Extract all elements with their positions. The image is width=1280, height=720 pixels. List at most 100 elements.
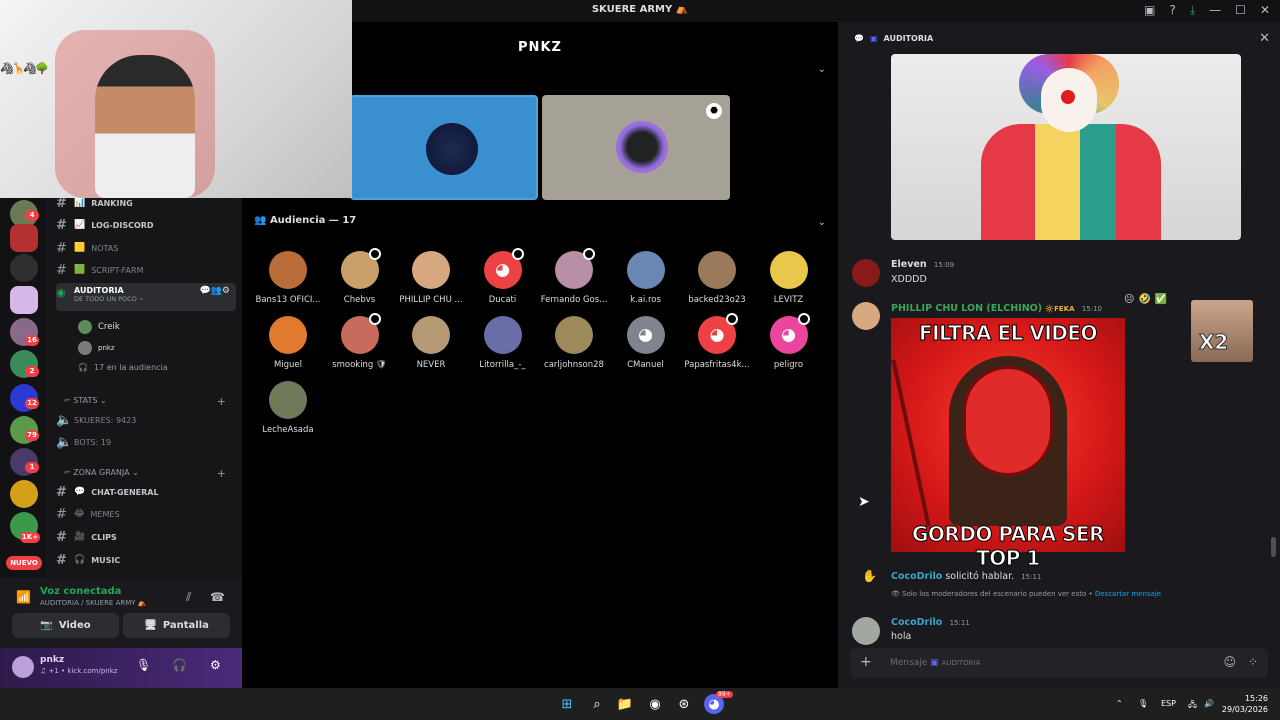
clown-image[interactable] [891,54,1241,240]
audience-count-label: 17 en la audiencia [93,363,168,372]
add-channel-icon[interactable]: + [217,467,226,480]
meme-image[interactable]: FILTRA EL VIDEO GORDO PARA SER TOP 1 [891,318,1125,571]
stat-bots[interactable]: 🔈 BOTS: 19 [56,432,236,452]
audience-count[interactable]: 🎧 17 en la audiencia [78,363,168,372]
role-tag: 🔆FEKA [1045,305,1075,313]
gear-icon[interactable]: ⚙ [222,286,230,296]
minimize-button[interactable]: — [1209,3,1221,18]
dismiss-link[interactable]: Descartar mensaje [1095,590,1161,598]
audience-member[interactable]: Miguel [252,316,324,370]
clock[interactable]: 15:26 29/03/2026 [1222,693,1268,715]
audience-member[interactable]: backed23o23 [681,251,753,305]
message-input[interactable]: + Mensaje ▣ AUDITORIA ☺ ⁘ [850,648,1268,678]
note-icon: 🟨 [74,243,86,253]
audience-member[interactable]: LecheAsada [252,381,324,435]
audience-member[interactable]: smooking 🛡 [324,313,396,370]
channel-script-farm[interactable]: # 🟩 SCRIPT-FARM [56,260,236,280]
server-icon[interactable] [10,286,38,314]
chevron-down-icon[interactable]: ⌄ [818,217,826,228]
close-icon[interactable]: ✕ [1259,31,1270,46]
audience-member[interactable]: ◕ Ducati [467,248,539,305]
microphone-icon[interactable]: 🎙 [136,658,151,672]
channel-log-discord[interactable]: # 📈 LOG-DISCORD [56,215,236,235]
audience-member[interactable]: Chebvs [324,248,396,305]
folder-icon[interactable]: 📁 [615,694,635,714]
channel-notas[interactable]: # 🟨 NOTAS [56,238,236,258]
headphones-icon[interactable]: 🎧 [172,658,187,672]
avatar [698,251,736,289]
server-icon[interactable] [10,224,38,252]
language-indicator[interactable]: ESP [1161,699,1176,708]
voice-location[interactable]: AUDITORIA / SKUERE ARMY ⛺ [40,599,147,607]
category-zona-granja[interactable]: ⌐ ZONA GRANJA ⌄ + [64,467,234,480]
tray-arrow-icon[interactable]: ⌃ [1116,699,1123,708]
chat-icon[interactable]: 💬 [199,286,210,296]
emoji-icon[interactable]: ☺ [1223,655,1236,669]
avatar[interactable] [852,617,880,645]
audience-member[interactable]: Bans13 OFICI... [252,251,324,305]
close-window-button[interactable]: ✕ [1260,3,1270,18]
avatar[interactable] [852,302,880,330]
audience-member[interactable]: Fernando Gos... [538,248,610,305]
category-stats[interactable]: ⌐ STATS ⌄ + [64,395,234,408]
stat-skueres[interactable]: 🔈 SKUERES: 9423 [56,410,236,430]
scrollbar[interactable] [1271,537,1276,557]
gear-icon[interactable]: ⚙ [210,658,221,672]
network-icon[interactable]: 🖧 [1188,699,1197,713]
volume-icon[interactable]: 🔊 [1204,699,1214,708]
audience-member[interactable]: ◕ peligro [753,313,825,370]
signal-icon[interactable]: 📶 [16,590,31,604]
download-icon[interactable]: ⤓ [1190,3,1195,18]
audience-member[interactable]: LEVITZ [753,251,825,305]
channel-music[interactable]: # 🎧 MUSIC [56,550,236,570]
noise-suppression-icon[interactable]: ⫽ [186,590,191,605]
apps-icon[interactable]: ⁘ [1248,655,1258,669]
server-icon[interactable] [10,254,38,282]
audience-member[interactable]: NEVER [395,316,467,370]
inbox-icon[interactable]: ▣ [1144,3,1155,18]
audience-member[interactable]: Litorrilla_-_ [467,316,539,370]
voice-member[interactable]: Creik [78,320,120,334]
speaker-tile[interactable] [350,95,538,200]
channel-auditoria[interactable]: ◉ AUDITORIA DE TODO UN POCO ~ 💬👥⚙ [56,283,236,311]
check-icon[interactable]: ✅ [1155,294,1167,305]
audience-member[interactable]: ◕ Papasfritas4k... [681,313,753,370]
message-author[interactable]: CocoDrilo 15:11 [891,617,970,628]
audience-member[interactable]: ◕ CManuel [610,316,682,370]
voice-status[interactable]: Voz conectada [40,586,121,597]
avatar[interactable] [852,259,880,287]
audience-member[interactable]: PHILLIP CHU ... [395,251,467,305]
help-icon[interactable]: ? [1169,3,1175,18]
message-author[interactable]: PHILLIP CHU LON (ELCHINO) 🔆FEKA 15:10 [891,303,1102,314]
voice-member[interactable]: pnkz [78,341,115,355]
audience-member[interactable]: k.ai.ros [610,251,682,305]
username[interactable]: pnkz [40,655,64,665]
maximize-button[interactable]: ☐ [1235,3,1246,18]
channel-chat-general[interactable]: # 💬 CHAT-GENERAL [56,482,236,502]
screen-share-button[interactable]: 🖥 Pantalla [123,613,230,638]
windows-start-icon[interactable]: ⊞ [557,694,577,714]
x2-sticker[interactable]: X2 [1191,300,1253,362]
chevron-down-icon[interactable]: ⌄ [818,64,826,75]
video-button[interactable]: 📷 Video [12,613,119,638]
chrome-icon[interactable]: ◉ [645,694,665,714]
add-channel-icon[interactable]: + [217,395,226,408]
speaker-tile[interactable]: ⬣ [542,95,730,200]
audience-member[interactable]: carljohnson28 [538,316,610,370]
obs-icon[interactable]: ⊛ [674,694,694,714]
channel-clips[interactable]: # 🎥 CLIPS [56,527,236,547]
channel-memes[interactable]: # 😂 MEMES [56,504,236,524]
reaction-icon[interactable]: 🤣 [1138,294,1150,305]
disconnect-icon[interactable]: ☎ [210,590,225,604]
message-author[interactable]: Eleven 15:09 [891,259,954,270]
server-icon[interactable] [10,480,38,508]
search-icon[interactable]: ⌕ [587,694,607,714]
author-name: CocoDrilo [891,617,943,628]
avatar[interactable] [12,656,34,678]
avatar [555,248,595,289]
reaction-icon[interactable]: 😐 [1124,294,1134,305]
add-attachment-icon[interactable]: + [860,654,872,670]
author-name[interactable]: CocoDrilo [891,571,942,582]
microphone-icon[interactable]: 🎙 [1138,699,1148,708]
add-member-icon[interactable]: 👥 [211,286,222,296]
